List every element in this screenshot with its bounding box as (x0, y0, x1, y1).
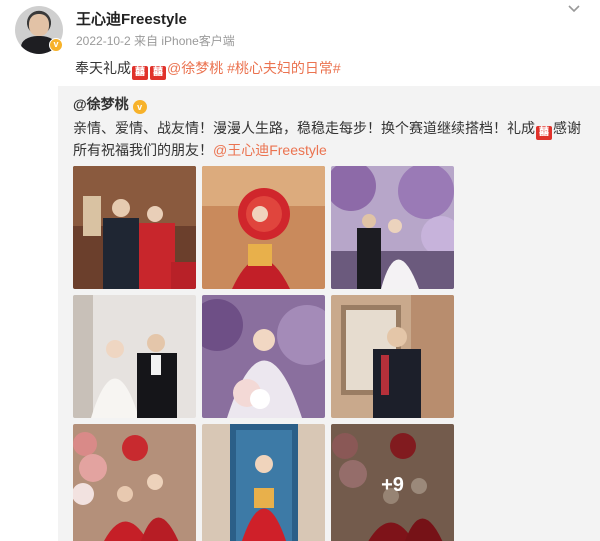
mention-link[interactable]: @徐梦桃 (167, 60, 223, 76)
repost-author[interactable]: @徐梦桃 v (73, 94, 147, 114)
avatar-face (29, 14, 49, 36)
photo-2[interactable] (202, 166, 325, 289)
post-meta: 2022-10-2 来自 iPhone客户端 (76, 34, 235, 48)
post-header: v 王心迪Freestyle 2022-10-2 来自 iPhone客户端 奉天… (0, 0, 600, 88)
verified-badge-icon: v (132, 100, 147, 114)
xi-emoji-icon: 囍 (132, 66, 148, 80)
photo-9-more[interactable]: +9 (331, 424, 454, 541)
repost-text: 亲情、爱情、战友情！漫漫人生路，稳稳走每步！换个赛道继续搭档！礼成囍感谢所有祝福… (73, 118, 588, 161)
post-text-prefix: 奉天礼成 (75, 60, 131, 76)
photo-3[interactable] (331, 166, 454, 289)
hashtag-link[interactable]: #桃心夫妇的日常# (227, 60, 341, 76)
repost-card[interactable]: @徐梦桃 v 亲情、爱情、战友情！漫漫人生路，稳稳走每步！换个赛道继续搭档！礼成囍… (58, 86, 600, 541)
verified-badge-icon: v (49, 38, 63, 52)
chevron-down-icon[interactable] (566, 2, 582, 18)
post-text: 奉天礼成囍囍 @徐梦桃 #桃心夫妇的日常# (75, 58, 341, 80)
mention-link[interactable]: @王心迪Freestyle (213, 142, 327, 158)
post-author-name[interactable]: 王心迪Freestyle (76, 8, 187, 29)
repost-author-name[interactable]: @徐梦桃 (73, 96, 129, 112)
photo-6[interactable] (331, 295, 454, 418)
photo-grid: +9 (73, 166, 457, 541)
photo-4[interactable] (73, 295, 196, 418)
photo-8[interactable] (202, 424, 325, 541)
repost-text-main: 亲情、爱情、战友情！漫漫人生路，稳稳走每步！换个赛道继续搭档！礼成 (73, 120, 535, 136)
xi-emoji-icon: 囍 (150, 66, 166, 80)
photo-5[interactable] (202, 295, 325, 418)
photo-7[interactable] (73, 424, 196, 541)
xi-emoji-icon: 囍 (536, 126, 552, 140)
more-photos-count[interactable]: +9 (331, 424, 454, 541)
photo-1[interactable] (73, 166, 196, 289)
